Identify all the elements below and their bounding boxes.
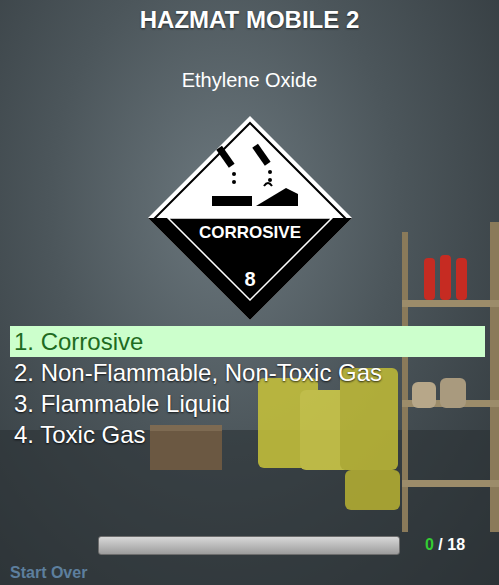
fire-extinguisher-icon (424, 255, 467, 300)
corrosive-icon (212, 144, 298, 206)
svg-text:CORROSIVE: CORROSIVE (198, 223, 300, 242)
game-title: HAZMAT MOBILE 2 (0, 0, 499, 34)
barrel-icon (258, 368, 400, 510)
quiz-screen: HAZMAT MOBILE 2 Ethylene Oxide CORROSIVE 8 1… (0, 0, 499, 585)
answer-option[interactable]: 2. Non-Flammable, Non-Toxic Gas (10, 357, 485, 388)
corrosive-placard: CORROSIVE 8 (148, 116, 352, 320)
substance-name: Ethylene Oxide (0, 68, 499, 92)
svg-text:8: 8 (244, 268, 255, 290)
crate-icon (150, 425, 222, 470)
answer-option[interactable]: 1. Corrosive (10, 326, 485, 357)
answer-option[interactable]: 4. Toxic Gas (10, 419, 485, 450)
score: 0 / 18 (425, 536, 465, 554)
progress-bar (98, 536, 400, 555)
answer-list: 1. Corrosive2. Non-Flammable, Non-Toxic … (0, 326, 499, 450)
shelf-icon (402, 222, 499, 532)
answer-option[interactable]: 3. Flammable Liquid (10, 388, 485, 419)
start-over-link[interactable]: Start Over (0, 563, 499, 583)
sack-icon (412, 378, 466, 408)
